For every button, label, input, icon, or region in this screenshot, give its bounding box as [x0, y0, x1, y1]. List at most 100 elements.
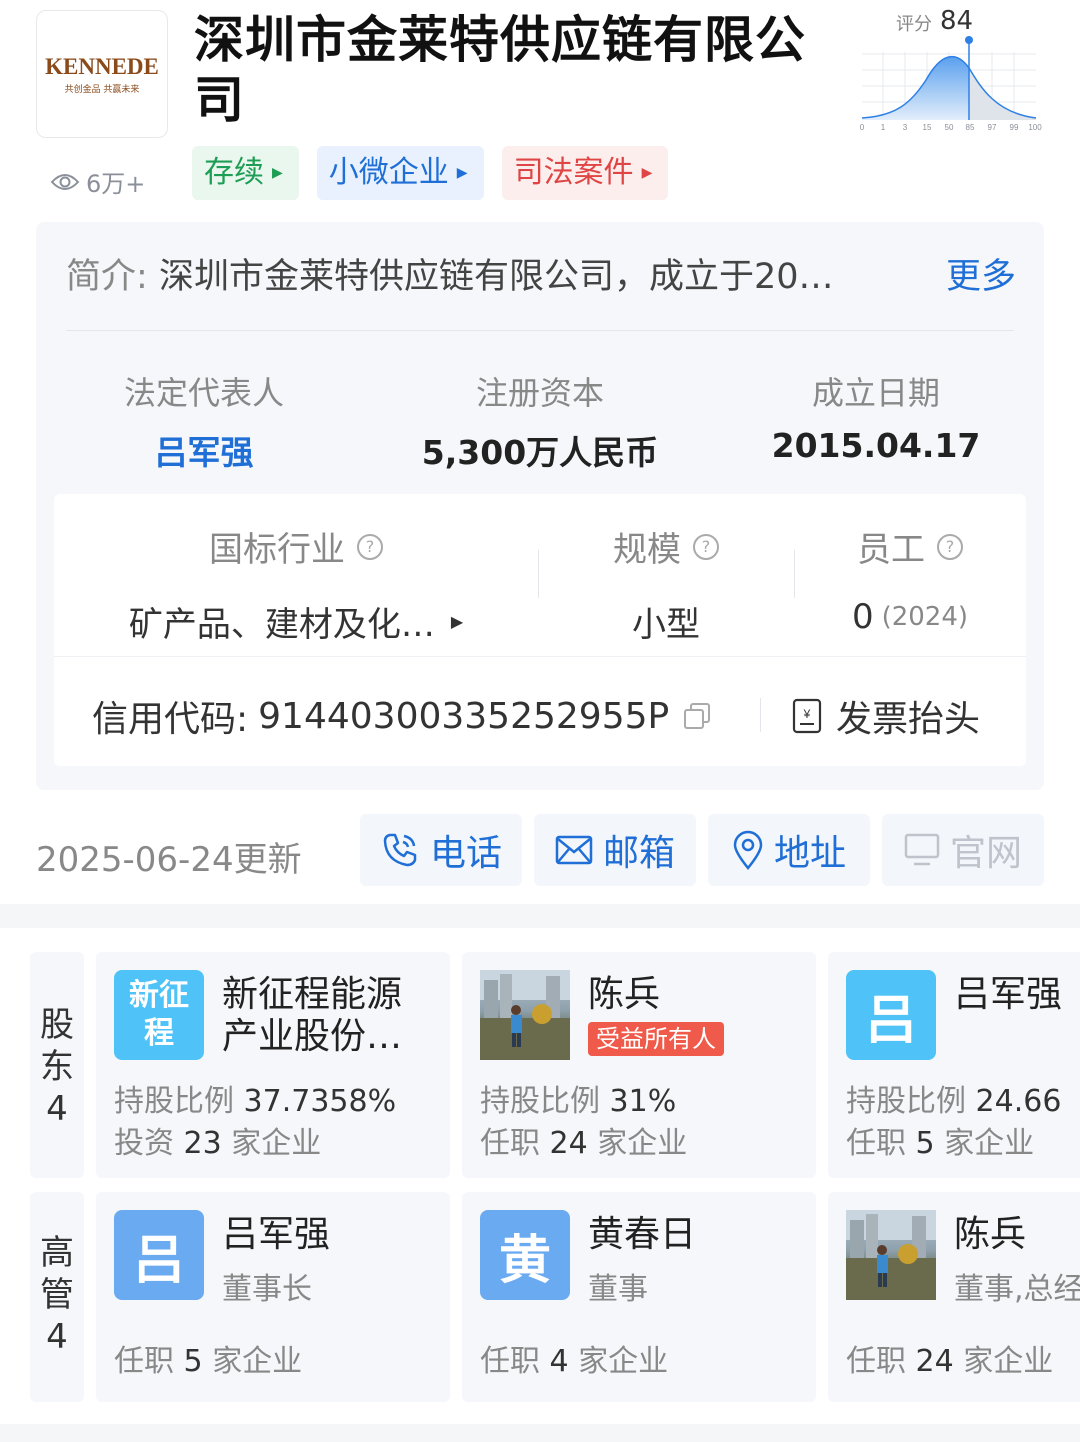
- company-name: 深圳市金莱特供应链有限公司: [194, 11, 806, 129]
- line-num: 24: [549, 1126, 588, 1161]
- updated-time: 2025-06-24更新: [36, 840, 302, 880]
- score-tick: 85: [966, 123, 975, 132]
- score-chart[interactable]: 评分 84 0 1 3 15 50 85 97 99 100: [856, 6, 1046, 138]
- executives-title: 高管: [40, 1233, 74, 1315]
- divider: [66, 330, 1014, 331]
- email-button[interactable]: 邮箱: [534, 814, 696, 886]
- avatar: 黄: [480, 1210, 570, 1300]
- executives-label[interactable]: 高管 4: [30, 1192, 84, 1402]
- company-info-panel: 简介: 深圳市金莱特供应链有限公司，成立于20… 更多 法定代表人 吕军强 注册…: [36, 222, 1044, 790]
- caret-right-icon: ▶: [450, 612, 464, 631]
- ratio-label: 持股比例: [846, 1084, 966, 1119]
- line-suffix: 家企业: [597, 1126, 688, 1161]
- executive-card[interactable]: 吕 吕军强 董事长 任职 5 家企业: [96, 1192, 450, 1402]
- svg-text:¥: ¥: [803, 707, 811, 721]
- ratio-value: 24.66: [975, 1084, 1062, 1119]
- avatar-photo: [846, 1210, 936, 1300]
- logo-slogan: 共创金品 共赢未来: [64, 84, 140, 95]
- line-num: 5: [183, 1344, 203, 1379]
- executive-card[interactable]: 陈兵 董事,总经 任职 24 家企业: [828, 1192, 1080, 1402]
- help-icon[interactable]: ?: [937, 533, 963, 560]
- shareholder-card[interactable]: 新征程 新征程能源产业股份… 持股比例 37.7358% 投资 23 家企业: [96, 952, 450, 1178]
- executive-role: 董事: [588, 1272, 648, 1307]
- invoice-button[interactable]: ¥ 发票抬头: [792, 690, 980, 742]
- intro[interactable]: 简介: 深圳市金莱特供应链有限公司，成立于20… 更多: [66, 248, 1016, 299]
- holding-ratio: 持股比例 37.7358%: [114, 1076, 396, 1120]
- staff: 员工? 0 (2024): [794, 494, 1026, 656]
- scale: 规模? 小型: [538, 494, 794, 656]
- tag-size[interactable]: 小微企业 ▶: [316, 146, 484, 200]
- location-pin-icon: [733, 830, 763, 870]
- legal-rep: 法定代表人 吕军强: [36, 368, 372, 474]
- line-suffix: 家企业: [212, 1344, 303, 1379]
- score-tick: 99: [1010, 123, 1019, 132]
- industry[interactable]: 国标行业? 矿产品、建材及化… ▶: [54, 494, 538, 656]
- position-count: 任职 24 家企业: [846, 1336, 1053, 1380]
- legal-rep-label: 法定代表人: [123, 374, 284, 412]
- credit-label: 信用代码:: [92, 699, 249, 740]
- line-prefix: 任职: [846, 1126, 906, 1161]
- scale-label: 规模: [613, 530, 681, 570]
- legal-rep-link[interactable]: 吕军强: [36, 426, 372, 474]
- line-num: 24: [915, 1344, 954, 1379]
- staff-value: 0: [851, 597, 874, 637]
- tag-status[interactable]: 存续 ▶: [192, 146, 299, 200]
- detail-card: 国标行业? 矿产品、建材及化… ▶ 规模? 小型 员工? 0 (2024) 信用代码…: [54, 494, 1026, 766]
- avatar-photo: [480, 970, 570, 1060]
- website-button[interactable]: 官网: [882, 814, 1044, 886]
- executive-name: 陈兵: [954, 1214, 1027, 1255]
- score-tick: 50: [945, 123, 954, 132]
- tag-status-label: 存续: [204, 155, 264, 190]
- status-tags: 存续 ▶ 小微企业 ▶ 司法案件 ▶: [192, 146, 669, 200]
- email-label: 邮箱: [602, 833, 675, 874]
- invoice-icon: ¥: [792, 698, 822, 734]
- help-icon[interactable]: ?: [693, 533, 719, 560]
- eye-icon: [50, 173, 80, 190]
- help-icon[interactable]: ?: [357, 533, 383, 560]
- monitor-icon: [904, 833, 940, 866]
- person-photo: [480, 970, 570, 1060]
- capital-value: 5,300万人民币: [421, 433, 659, 472]
- shareholder-card[interactable]: 吕 吕军强 持股比例 24.66 任职 5 家企业: [828, 952, 1080, 1178]
- holding-ratio: 持股比例 24.66: [846, 1076, 1061, 1120]
- investment-count: 投资 23 家企业: [114, 1118, 321, 1162]
- score-tick: 1: [881, 123, 886, 132]
- line-prefix: 任职: [114, 1344, 174, 1379]
- executive-name: 吕军强: [222, 1214, 331, 1255]
- divider: [54, 656, 1026, 657]
- line-prefix: 投资: [114, 1126, 174, 1161]
- industry-label: 国标行业: [209, 530, 345, 570]
- address-button[interactable]: 地址: [708, 814, 870, 886]
- shareholder-card[interactable]: 陈兵 受益所有人 持股比例 31% 任职 24 家企业: [462, 952, 816, 1178]
- line-prefix: 任职: [480, 1344, 540, 1379]
- phone-icon: [383, 833, 417, 867]
- registered-capital: 注册资本 5,300万人民币: [372, 368, 708, 474]
- ratio-value: 37.7358%: [243, 1084, 397, 1119]
- avatar: 吕: [846, 970, 936, 1060]
- ratio-value: 31%: [609, 1084, 677, 1119]
- copy-icon[interactable]: [683, 702, 711, 730]
- invoice-label: 发票抬头: [836, 699, 981, 740]
- separator: [760, 698, 761, 732]
- staff-label: 员工: [857, 530, 925, 570]
- executive-card[interactable]: 黄 黄春日 董事 任职 4 家企业: [462, 1192, 816, 1402]
- executive-name: 黄春日: [588, 1214, 697, 1255]
- shareholders-label[interactable]: 股东 4: [30, 952, 84, 1178]
- position-count: 任职 4 家企业: [480, 1336, 668, 1380]
- line-suffix: 家企业: [944, 1126, 1035, 1161]
- shareholders-count: 4: [46, 1089, 68, 1129]
- key-facts: 法定代表人 吕军强 注册资本 5,300万人民币 成立日期 2015.04.17: [36, 368, 1044, 474]
- founded-value: 2015.04.17: [771, 426, 981, 465]
- score-tick: 97: [988, 123, 997, 132]
- executive-role: 董事,总经: [954, 1272, 1080, 1307]
- intro-more-link[interactable]: 更多: [945, 248, 1016, 299]
- avatar-text: 新征程: [129, 978, 189, 1051]
- tag-judicial[interactable]: 司法案件 ▶: [501, 146, 669, 200]
- view-count: 6万+: [50, 164, 145, 199]
- scale-value: 小型: [632, 605, 700, 645]
- shareholders-title: 股东: [40, 1005, 74, 1087]
- address-label: 地址: [773, 833, 846, 874]
- score-tick: 100: [1028, 123, 1042, 132]
- phone-button[interactable]: 电话: [360, 814, 522, 886]
- capital-label: 注册资本: [475, 374, 604, 412]
